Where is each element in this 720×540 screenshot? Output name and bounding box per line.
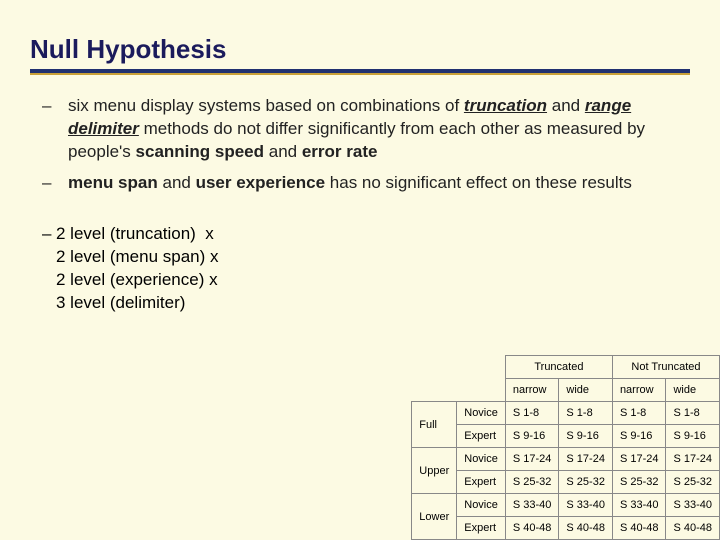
cell: S 40-48: [666, 517, 720, 540]
cell: S 17-24: [505, 448, 559, 471]
cell: S 25-32: [612, 471, 666, 494]
row-group-lower: Lower: [412, 494, 457, 540]
cell: S 40-48: [559, 517, 613, 540]
cell: S 9-16: [612, 425, 666, 448]
row-novice: Novice: [457, 402, 506, 425]
row-novice: Novice: [457, 494, 506, 517]
bullet-2: menu span and user experience has no sig…: [68, 172, 690, 195]
row-novice: Novice: [457, 448, 506, 471]
cell: S 17-24: [666, 448, 720, 471]
row-group-full: Full: [412, 402, 457, 448]
cell: S 9-16: [666, 425, 720, 448]
col-narrow: narrow: [505, 379, 559, 402]
bullet-3: –2 level (truncation) x 2 level (menu sp…: [30, 223, 219, 315]
row-group-upper: Upper: [412, 448, 457, 494]
cell: S 33-40: [612, 494, 666, 517]
cell: S 9-16: [505, 425, 559, 448]
row-expert: Expert: [457, 425, 506, 448]
col-wide: wide: [666, 379, 720, 402]
col-group-not-truncated: Not Truncated: [612, 356, 719, 379]
bullet-dash: –: [30, 172, 68, 195]
bullet-list: – six menu display systems based on comb…: [30, 95, 690, 195]
col-wide: wide: [559, 379, 613, 402]
cell: S 40-48: [612, 517, 666, 540]
cell: S 17-24: [612, 448, 666, 471]
bullet-1: six menu display systems based on combin…: [68, 95, 690, 164]
design-table: Truncated Not Truncated narrow wide narr…: [411, 355, 720, 540]
row-expert: Expert: [457, 517, 506, 540]
cell: S 25-32: [559, 471, 613, 494]
cell: S 17-24: [559, 448, 613, 471]
cell: S 9-16: [559, 425, 613, 448]
slide-title: Null Hypothesis: [30, 34, 690, 65]
title-rule-2: [30, 73, 690, 75]
cell: S 25-32: [666, 471, 720, 494]
row-expert: Expert: [457, 471, 506, 494]
bullet-dash: –: [30, 95, 68, 164]
cell: S 1-8: [666, 402, 720, 425]
col-narrow: narrow: [612, 379, 666, 402]
cell: S 25-32: [505, 471, 559, 494]
cell: S 40-48: [505, 517, 559, 540]
cell: S 33-40: [559, 494, 613, 517]
cell: S 1-8: [559, 402, 613, 425]
cell: S 33-40: [666, 494, 720, 517]
cell: S 1-8: [505, 402, 559, 425]
col-group-truncated: Truncated: [505, 356, 612, 379]
cell: S 1-8: [612, 402, 666, 425]
cell: S 33-40: [505, 494, 559, 517]
